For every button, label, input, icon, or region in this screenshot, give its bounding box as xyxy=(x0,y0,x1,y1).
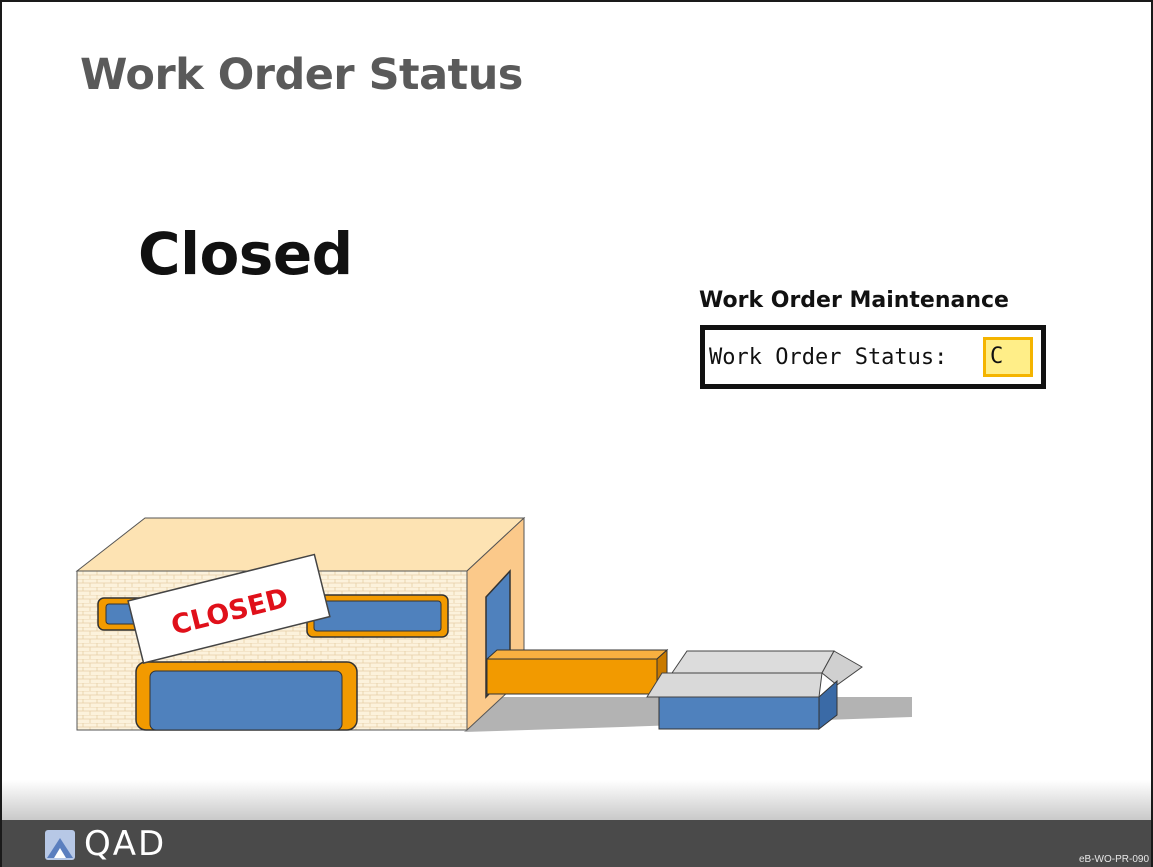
conveyor-top xyxy=(485,649,669,660)
work-order-status-field[interactable]: C xyxy=(983,337,1033,377)
qad-logo-icon xyxy=(45,830,75,860)
closed-factory-illustration: CLOSED xyxy=(75,516,912,732)
slide: Work Order Status Closed Work Order Main… xyxy=(0,0,1153,867)
box-side xyxy=(818,679,838,731)
work-order-maintenance-label: Work Order Maintenance xyxy=(699,288,1009,313)
work-order-status-field-label: Work Order Status: xyxy=(709,345,948,370)
footer-bar: QAD eB-WO-PR-090 xyxy=(2,820,1151,867)
work-order-status-panel: Work Order Status: C xyxy=(700,325,1046,389)
footer-gradient xyxy=(2,780,1151,820)
box-back-flap xyxy=(671,650,835,674)
box-front-flap xyxy=(646,672,823,698)
qad-logo-text: QAD xyxy=(84,824,167,864)
slide-code: eB-WO-PR-090 xyxy=(1078,854,1149,865)
status-heading: Closed xyxy=(138,220,353,288)
conveyor-front xyxy=(486,658,658,695)
slide-title: Work Order Status xyxy=(80,50,523,100)
box-front xyxy=(658,696,820,730)
